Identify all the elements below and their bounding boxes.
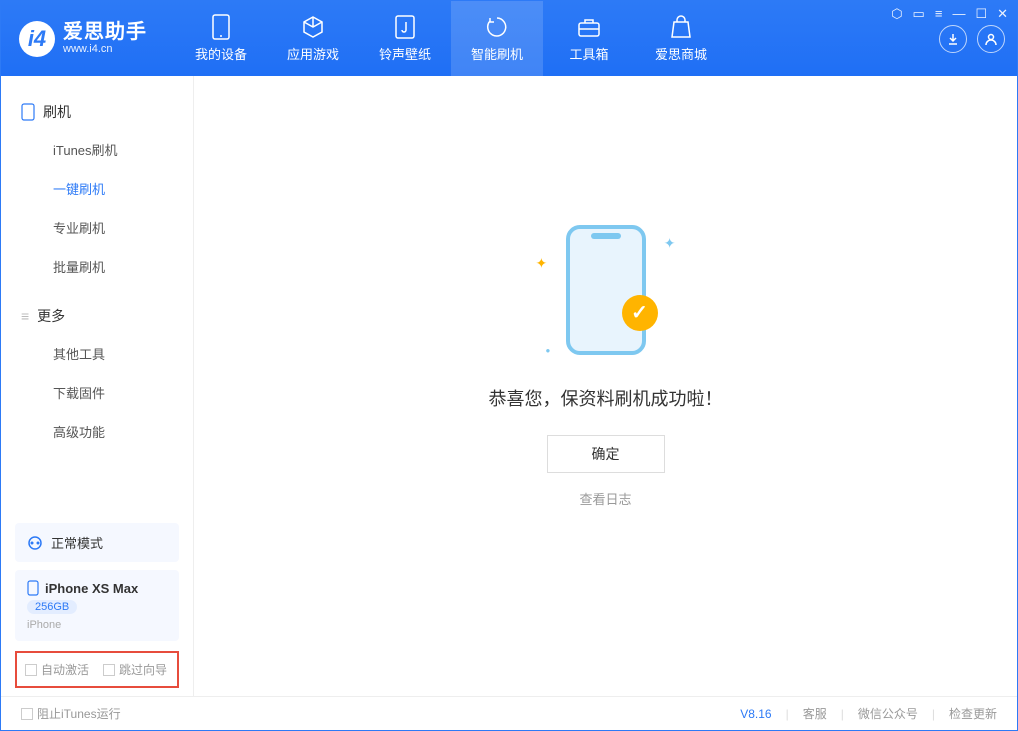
checkbox-label: 自动激活 [41, 661, 89, 678]
nav-toolbox[interactable]: 工具箱 [543, 1, 635, 76]
sidebar-item-itunes-flash[interactable]: iTunes刷机 [1, 130, 193, 169]
menu-icon[interactable]: ▭ [913, 6, 925, 22]
device-capacity: 256GB [27, 600, 77, 614]
sidebar-item-batch-flash[interactable]: 批量刷机 [1, 247, 193, 286]
device-name: iPhone XS Max [45, 581, 138, 596]
sidebar-item-oneclick-flash[interactable]: 一键刷机 [1, 169, 193, 208]
minimize-icon[interactable]: ― [952, 6, 965, 22]
footer-link-update[interactable]: 检查更新 [949, 705, 997, 722]
sparkle-icon: ● [546, 346, 551, 355]
device-icon [208, 14, 234, 40]
logo: i4 爱思助手 www.i4.cn [1, 1, 165, 76]
section-title: 刷机 [43, 102, 71, 122]
check-badge-icon: ✓ [622, 295, 658, 331]
nav-label: 爱思商城 [655, 44, 707, 63]
device-icon [27, 580, 39, 596]
sidebar-section-more: ≡ 更多 [1, 298, 193, 334]
status-icon [27, 535, 43, 551]
checkbox-row-highlight: 自动激活 跳过向导 [15, 651, 179, 688]
header: i4 爱思助手 www.i4.cn 我的设备 应用游戏 铃声壁纸 智能刷机 工具… [1, 1, 1017, 76]
nav-label: 我的设备 [195, 44, 247, 63]
phone-illustration [566, 225, 646, 355]
shirt-icon[interactable]: ⬡ [891, 6, 902, 22]
checkbox-label: 跳过向导 [119, 661, 167, 678]
sparkle-icon: ✦ [536, 255, 548, 272]
logo-icon: i4 [19, 21, 55, 57]
cube-icon [300, 14, 326, 40]
sidebar-item-pro-flash[interactable]: 专业刷机 [1, 208, 193, 247]
checkbox-auto-activate[interactable]: 自动激活 [25, 661, 89, 678]
toolbox-icon [576, 14, 602, 40]
nav-smart-flash[interactable]: 智能刷机 [451, 1, 543, 76]
checkbox-label: 阻止iTunes运行 [37, 705, 121, 722]
nav-label: 应用游戏 [287, 44, 339, 63]
version-label: V8.16 [740, 707, 771, 721]
phone-icon [21, 103, 35, 121]
checkbox-block-itunes[interactable]: 阻止iTunes运行 [21, 705, 121, 722]
view-log-link[interactable]: 查看日志 [579, 489, 631, 508]
app-title: 爱思助手 [63, 21, 147, 43]
nav-label: 智能刷机 [471, 44, 523, 63]
sidebar: 刷机 iTunes刷机 一键刷机 专业刷机 批量刷机 ≡ 更多 其他工具 下载固… [1, 76, 194, 696]
sidebar-item-advanced[interactable]: 高级功能 [1, 412, 193, 451]
main-content: ✦ ✦ ● ✓ 恭喜您，保资料刷机成功啦！ 确定 查看日志 [194, 76, 1017, 696]
nav-store[interactable]: 爱思商城 [635, 1, 727, 76]
sparkle-icon: ✦ [664, 235, 676, 252]
music-file-icon [392, 14, 418, 40]
user-button[interactable] [977, 25, 1005, 53]
status-text: 正常模式 [51, 533, 103, 552]
close-icon[interactable]: ✕ [997, 6, 1008, 22]
ok-button[interactable]: 确定 [547, 435, 665, 473]
nav-apps-games[interactable]: 应用游戏 [267, 1, 359, 76]
window-controls: ⬡ ▭ ≡ ― ☐ ✕ [891, 6, 1008, 22]
nav-ringtones[interactable]: 铃声壁纸 [359, 1, 451, 76]
top-nav: 我的设备 应用游戏 铃声壁纸 智能刷机 工具箱 爱思商城 [175, 1, 727, 76]
maximize-icon[interactable]: ☐ [975, 6, 987, 22]
sidebar-item-download-firmware[interactable]: 下载固件 [1, 373, 193, 412]
sidebar-item-other-tools[interactable]: 其他工具 [1, 334, 193, 373]
footer-link-support[interactable]: 客服 [803, 705, 827, 722]
more-icon: ≡ [21, 308, 29, 324]
status-box[interactable]: 正常模式 [15, 523, 179, 562]
nav-label: 工具箱 [569, 44, 608, 63]
refresh-shield-icon [484, 14, 510, 40]
footer-link-wechat[interactable]: 微信公众号 [858, 705, 918, 722]
list-icon[interactable]: ≡ [935, 6, 943, 22]
sidebar-section-flash: 刷机 [1, 94, 193, 130]
nav-label: 铃声壁纸 [379, 44, 431, 63]
footer: 阻止iTunes运行 V8.16 | 客服 | 微信公众号 | 检查更新 [1, 696, 1017, 730]
section-title: 更多 [37, 306, 65, 326]
download-button[interactable] [939, 25, 967, 53]
nav-my-device[interactable]: 我的设备 [175, 1, 267, 76]
shop-bag-icon [668, 14, 694, 40]
device-type: iPhone [27, 619, 167, 631]
success-message: 恭喜您，保资料刷机成功啦！ [489, 385, 723, 411]
checkbox-skip-guide[interactable]: 跳过向导 [103, 661, 167, 678]
success-illustration: ✦ ✦ ● ✓ [516, 225, 696, 365]
app-url: www.i4.cn [63, 43, 147, 55]
device-box[interactable]: iPhone XS Max 256GB iPhone [15, 570, 179, 641]
